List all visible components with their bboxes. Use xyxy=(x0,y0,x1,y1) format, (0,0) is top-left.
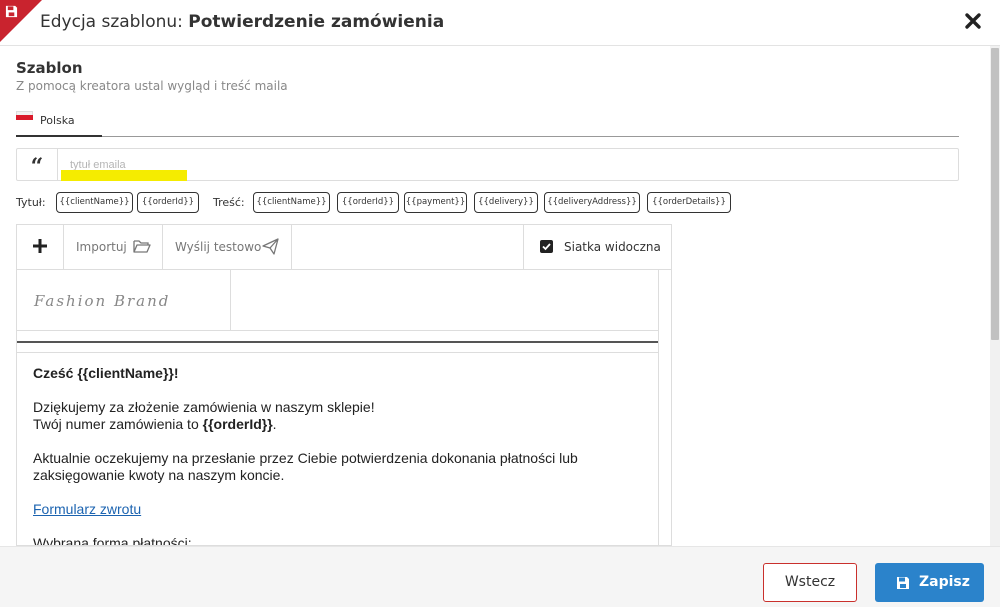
save-icon xyxy=(897,577,909,589)
flag-pl-icon xyxy=(16,111,33,120)
body-var-chip[interactable]: {{deliveryAddress}} xyxy=(544,192,640,213)
greeting-line: Cześć {{clientName}}! xyxy=(33,365,179,381)
modal-footer: Wstecz Zapisz xyxy=(0,546,1000,607)
scrollbar-thumb[interactable] xyxy=(991,48,999,340)
modal-title-prefix: Edycja szablonu: xyxy=(40,12,183,32)
email-body[interactable]: Cześć {{clientName}}! Dziękujemy za złoż… xyxy=(33,365,643,546)
section-title: Szablon xyxy=(16,59,83,77)
paper-plane-icon xyxy=(262,238,279,255)
email-header-row: Fashion Brand xyxy=(17,270,658,331)
check-icon xyxy=(542,243,551,251)
content-border xyxy=(17,352,658,353)
logo-cell[interactable]: Fashion Brand xyxy=(17,270,231,330)
return-form-link[interactable]: Formularz zwrotu xyxy=(33,501,141,517)
body-var-chip[interactable]: {{orderDetails}} xyxy=(647,192,731,213)
title-var-chip[interactable]: {{orderId}} xyxy=(137,192,199,213)
modal-scrollbar[interactable] xyxy=(990,46,1000,546)
email-divider xyxy=(17,341,658,343)
payment-paragraph: Aktualnie oczekujemy na przesłanie przez… xyxy=(33,450,578,483)
body-vars-label: Treść: xyxy=(213,196,245,209)
order-line: Twój numer zamówienia to {{orderId}}. xyxy=(33,416,277,432)
save-label: Zapisz xyxy=(919,574,970,590)
modal-title: Edycja szablonu: Potwierdzenie zamówieni… xyxy=(40,12,444,32)
grid-visible-label: Siatka widoczna xyxy=(564,240,661,254)
grid-visible-toggle[interactable]: Siatka widoczna xyxy=(523,225,671,270)
save-button[interactable]: Zapisz xyxy=(875,563,984,602)
thanks-paragraph: Dziękujemy za złożenie zamówienia w nasz… xyxy=(33,399,643,433)
thanks-line: Dziękujemy za złożenie zamówienia w nasz… xyxy=(33,399,375,415)
grid-checkbox[interactable] xyxy=(540,240,553,253)
tab-label: Polska xyxy=(40,114,75,127)
import-button[interactable]: Importuj xyxy=(64,225,162,270)
body-var-chip[interactable]: {{orderId}} xyxy=(337,192,399,213)
folder-open-icon xyxy=(133,240,151,253)
brand-logo: Fashion Brand xyxy=(34,292,171,310)
title-var-chip[interactable]: {{clientName}} xyxy=(56,192,133,213)
import-label: Importuj xyxy=(76,240,127,254)
quote-icon: “ xyxy=(17,149,58,180)
modal-header: Edycja szablonu: Potwierdzenie zamówieni… xyxy=(0,0,1000,46)
send-test-button[interactable]: Wyślij testowo xyxy=(163,225,291,270)
payment-method-label: Wybrana forma płatności: xyxy=(33,535,192,546)
tab-polska[interactable]: Polska xyxy=(16,107,102,137)
body-var-chip[interactable]: {{delivery}} xyxy=(474,192,538,213)
template-name: Potwierdzenie zamówienia xyxy=(188,12,445,32)
plus-icon[interactable] xyxy=(31,237,49,255)
section-subtitle: Z pomocą kreatora ustal wygląd i treść m… xyxy=(16,79,288,93)
body-var-chip[interactable]: {{payment}} xyxy=(404,192,467,213)
body-var-chip[interactable]: {{clientName}} xyxy=(253,192,330,213)
close-icon[interactable] xyxy=(963,11,983,31)
editor-column-border xyxy=(658,270,659,545)
email-subject-input[interactable] xyxy=(61,153,951,177)
send-test-label: Wyślij testowo xyxy=(175,240,262,254)
editor-toolbar: Importuj Wyślij testowo Siatka widoczna xyxy=(17,225,671,270)
email-editor: Importuj Wyślij testowo Siatka widoczna xyxy=(16,224,672,546)
back-button[interactable]: Wstecz xyxy=(763,563,857,602)
title-vars-label: Tytuł: xyxy=(16,196,46,209)
language-tabs: Polska xyxy=(16,107,959,137)
save-icon xyxy=(5,5,18,18)
highlight-mark xyxy=(61,170,187,181)
